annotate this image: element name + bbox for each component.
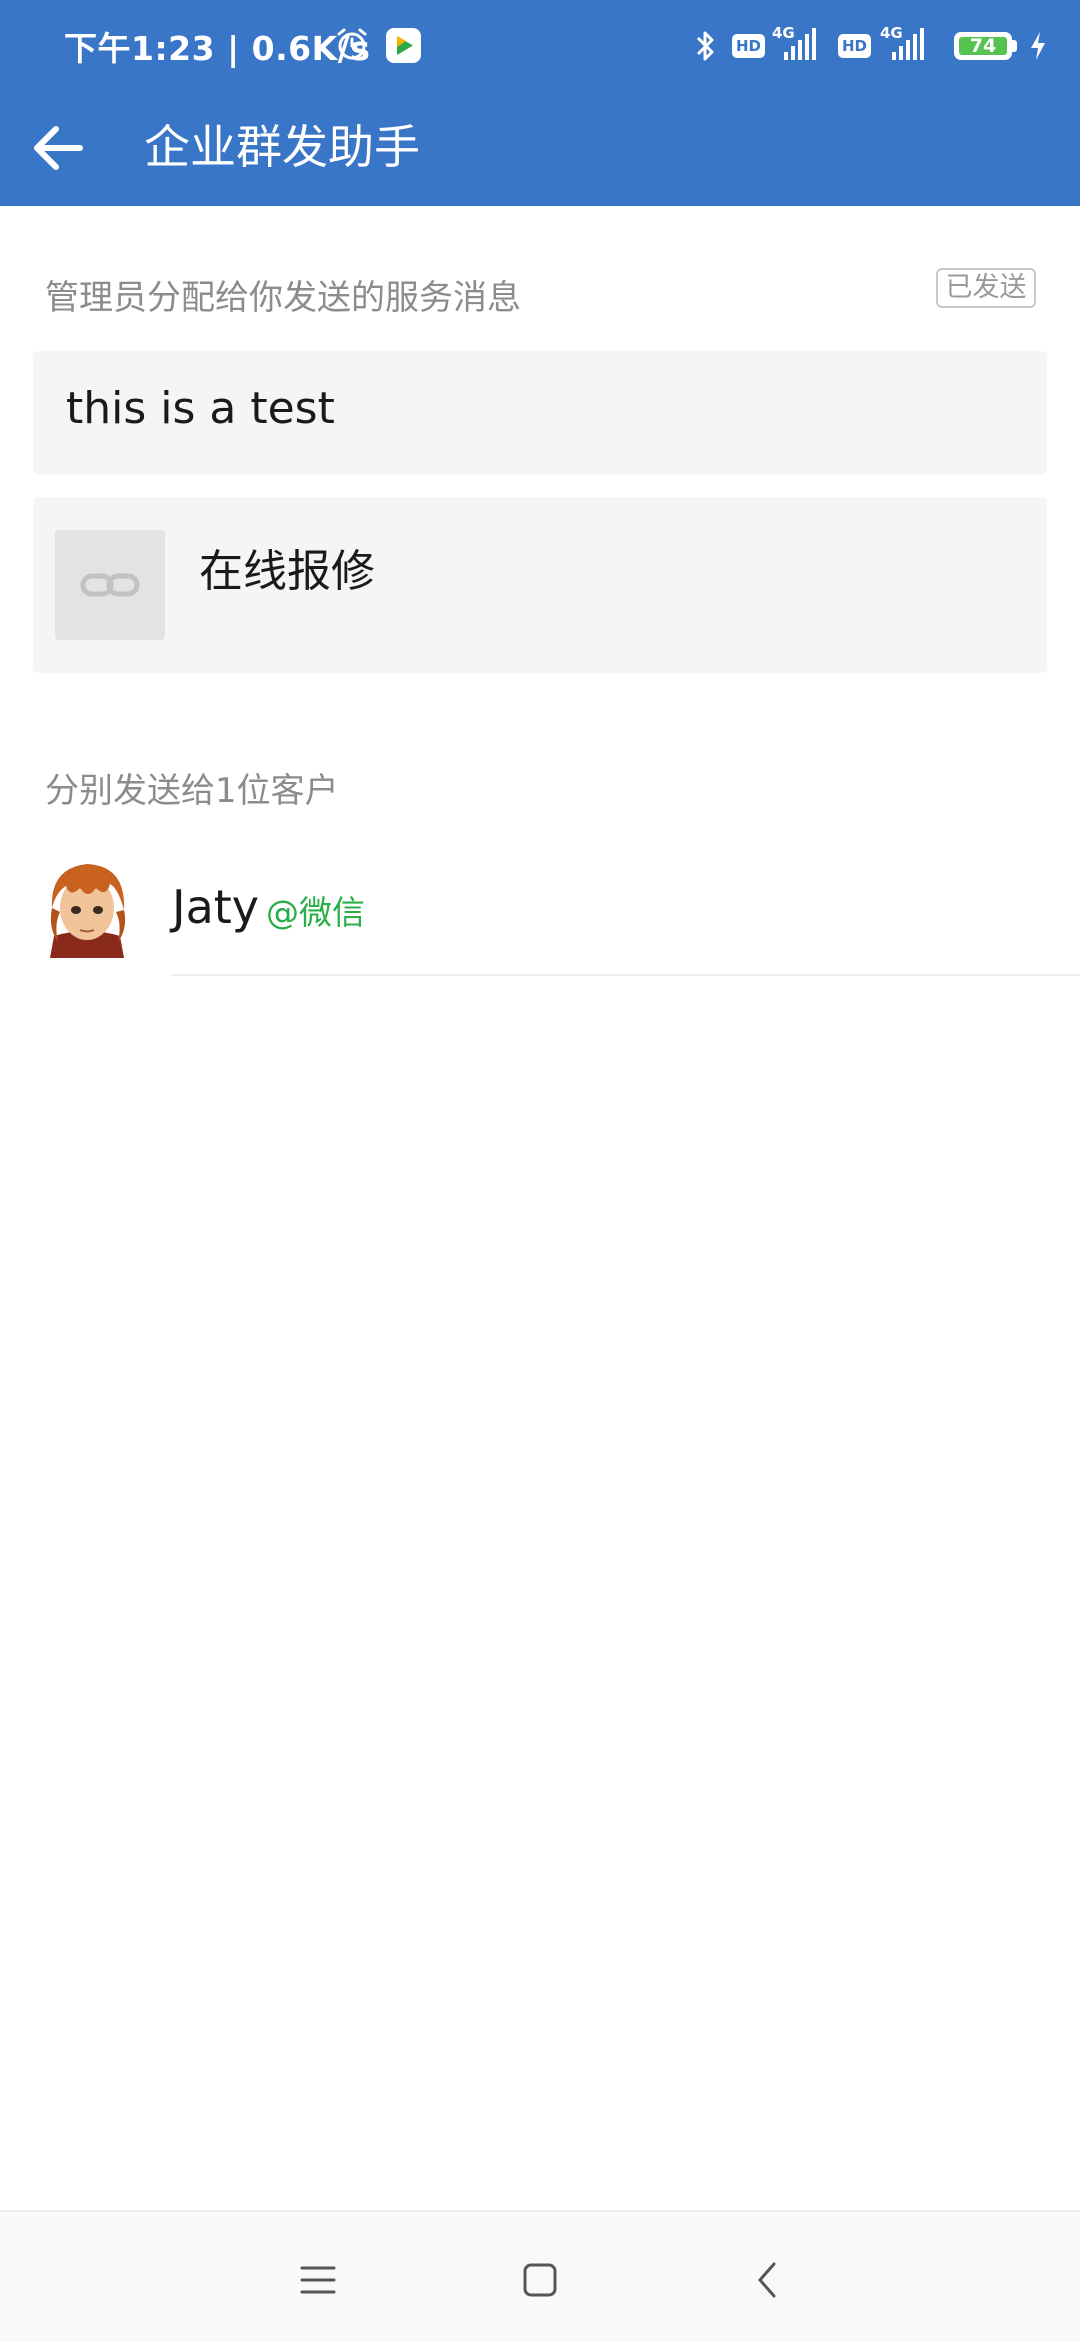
status-bar: 下午1:23 | 0.6K/s HD 4G HD 4G 74 bbox=[0, 0, 1080, 94]
link-title: 在线报修 bbox=[199, 546, 375, 597]
row-divider bbox=[172, 974, 1080, 976]
menu-icon bbox=[300, 2266, 336, 2294]
home-button[interactable] bbox=[510, 2252, 570, 2308]
title-bar: 企业群发助手 bbox=[0, 94, 1080, 206]
back-button[interactable] bbox=[28, 116, 92, 180]
alarm-icon bbox=[334, 26, 370, 66]
back-arrow-icon bbox=[34, 126, 83, 170]
recipients-section-label: 分别发送给1位客户 bbox=[45, 771, 339, 811]
text-message: this is a test bbox=[66, 383, 335, 434]
message-section-label: 管理员分配给你发送的服务消息 bbox=[45, 278, 521, 318]
signal-icon bbox=[782, 28, 816, 66]
app-header: 下午1:23 | 0.6K/s HD 4G HD 4G 74 企业群发助手 bbox=[0, 0, 1080, 206]
avatar bbox=[40, 858, 134, 958]
menu-button[interactable] bbox=[288, 2252, 348, 2308]
battery-level: 74 bbox=[959, 35, 1007, 57]
customer-list-item[interactable]: Jaty @微信 bbox=[0, 852, 1080, 976]
customer-source-tag: @微信 bbox=[266, 893, 365, 932]
bluetooth-icon bbox=[694, 26, 718, 70]
link-message-card[interactable]: 在线报修 bbox=[33, 497, 1047, 673]
system-back-button[interactable] bbox=[738, 2252, 798, 2308]
system-navigation-bar bbox=[0, 2210, 1080, 2342]
hd-badge: HD bbox=[732, 34, 766, 58]
battery-tip bbox=[1012, 40, 1017, 52]
charging-icon bbox=[1028, 30, 1048, 66]
text-message-card[interactable]: this is a test bbox=[33, 351, 1047, 475]
customer-name: Jaty bbox=[172, 880, 260, 934]
signal-icon bbox=[890, 28, 924, 66]
link-thumbnail bbox=[55, 530, 165, 640]
link-icon bbox=[80, 573, 140, 597]
hd-badge: HD bbox=[838, 34, 872, 58]
status-time: 下午1:23 | 0.6K/s bbox=[64, 29, 371, 68]
back-icon bbox=[758, 2262, 776, 2298]
page-title: 企业群发助手 bbox=[144, 120, 420, 174]
home-icon bbox=[523, 2263, 557, 2297]
battery-icon: 74 bbox=[954, 32, 1012, 60]
status-badge: 已发送 bbox=[936, 268, 1036, 308]
video-app-icon bbox=[386, 28, 421, 63]
